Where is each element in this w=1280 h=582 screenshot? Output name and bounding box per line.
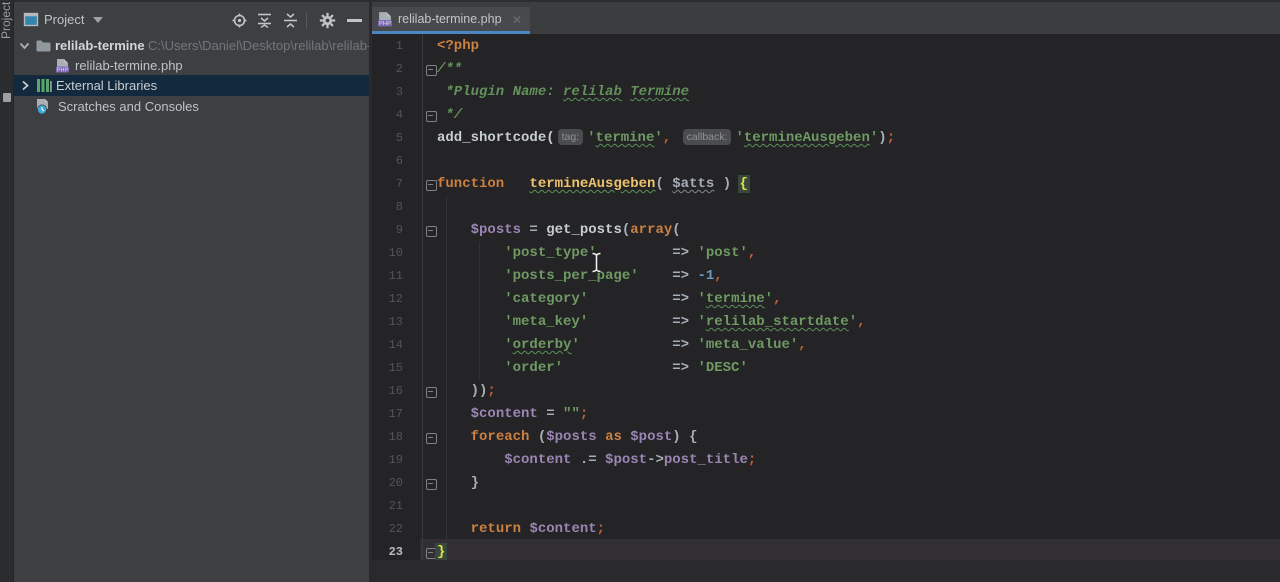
svg-text:PHP: PHP: [57, 67, 69, 73]
svg-text:PHP: PHP: [379, 21, 391, 27]
